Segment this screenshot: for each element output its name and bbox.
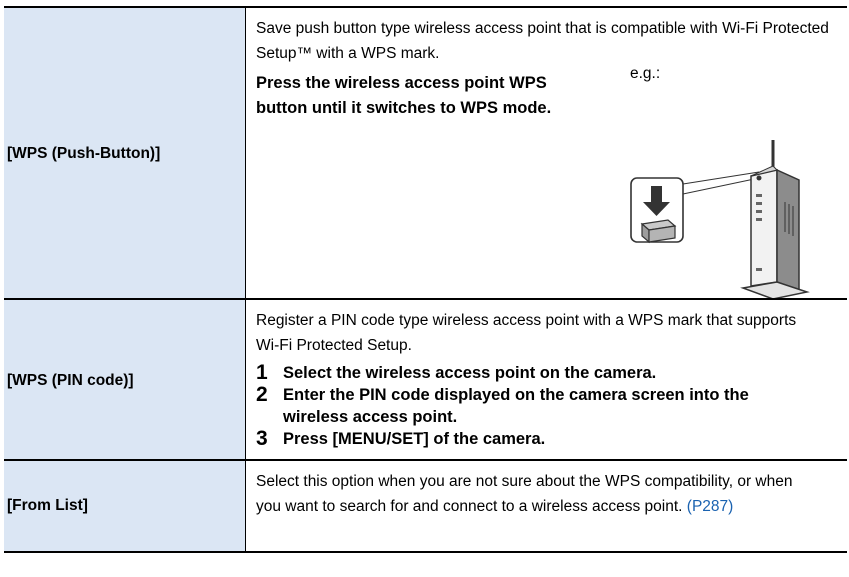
step-text: Enter the PIN code displayed on the came…	[283, 386, 749, 426]
instruction-text: Press the wireless access point WPS butt…	[256, 74, 552, 117]
step-item: 3 Press [MENU/SET] of the camera.	[256, 428, 841, 450]
wireless-router-wps-button-icon	[630, 140, 810, 300]
row-label: [From List]	[7, 497, 88, 514]
row-label-cell: [From List]	[4, 461, 246, 551]
step-number: 1	[256, 361, 268, 384]
step-item: 2 Enter the PIN code displayed on the ca…	[256, 384, 841, 428]
step-number: 2	[256, 383, 268, 406]
row-description-cell: Save push button type wireless access po…	[247, 8, 847, 300]
row-description: Register a PIN code type wireless access…	[256, 312, 797, 354]
row-description-cell: Register a PIN code type wireless access…	[247, 300, 847, 461]
step-item: 1 Select the wireless access point on th…	[256, 362, 841, 384]
row-label-cell: [WPS (Push-Button)]	[4, 8, 246, 300]
example-label: e.g.:	[630, 65, 661, 82]
step-text: Press [MENU/SET] of the camera.	[283, 430, 546, 448]
step-text: Select the wireless access point on the …	[283, 364, 657, 382]
row-description: Select this option when you are not sure…	[256, 469, 816, 519]
table-row-wps-push-button: [WPS (Push-Button)] Save push button typ…	[4, 6, 847, 300]
row-label-cell: [WPS (PIN code)]	[4, 300, 246, 461]
step-number: 3	[256, 427, 268, 450]
row-description: Save push button type wireless access po…	[256, 20, 829, 62]
page-reference-link[interactable]: (P287)	[687, 498, 734, 515]
table-row-wps-pin-code: [WPS (PIN code)] Register a PIN code typ…	[4, 298, 847, 461]
row-description-cell: Select this option when you are not sure…	[247, 461, 847, 551]
steps-list: 1 Select the wireless access point on th…	[256, 362, 841, 450]
table-row-from-list: [From List] Select this option when you …	[4, 459, 847, 553]
row-label: [WPS (PIN code)]	[7, 371, 134, 389]
row-label: [WPS (Push-Button)]	[7, 145, 161, 162]
